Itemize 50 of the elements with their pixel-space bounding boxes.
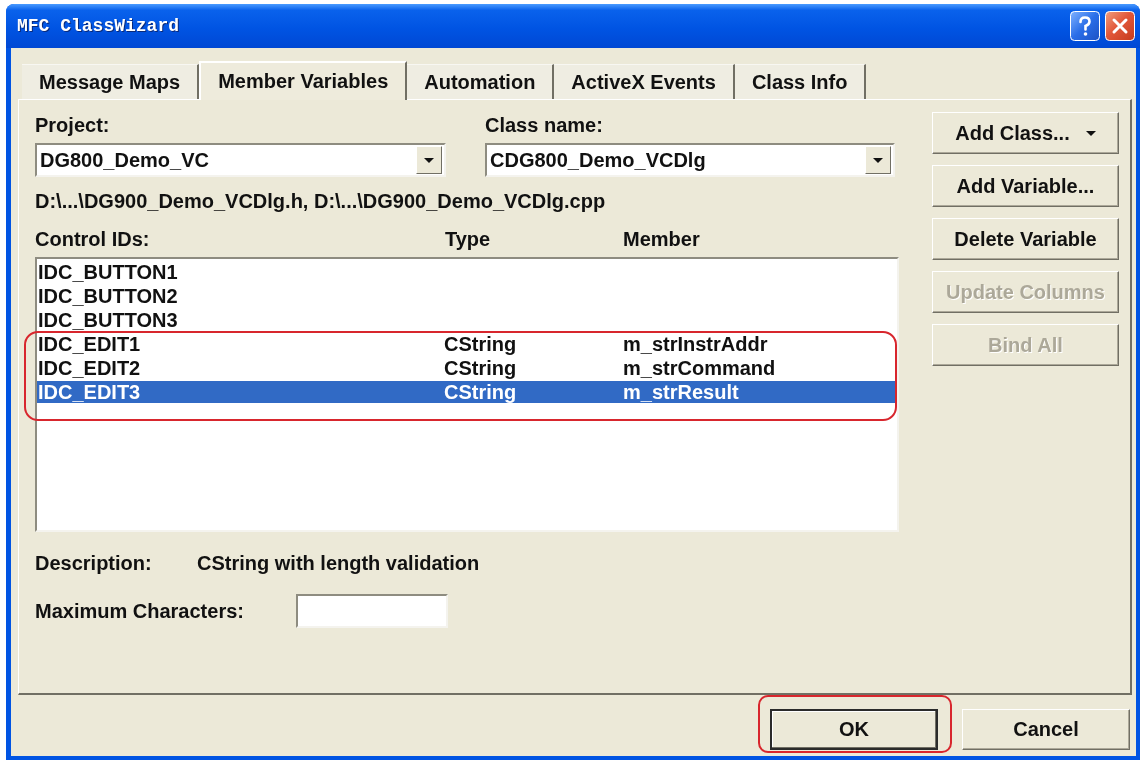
control-ids-header: Control IDs: (35, 228, 150, 250)
file-paths-text: D:\...\DG900_Demo_VCDlg.h, D:\...\DG900_Demo_VCDlg.cpp (35, 190, 606, 212)
tab[interactable]: Class Info (734, 64, 867, 99)
member-text: m_strCommand (623, 357, 776, 379)
member-text: m_strResult (623, 381, 739, 403)
type-text: CString (444, 357, 517, 379)
caret-icon (1085, 130, 1096, 136)
ok-button[interactable]: OK (770, 709, 938, 750)
dropdown-button[interactable] (865, 146, 891, 174)
add-variable-button[interactable]: Add Variable... (932, 165, 1119, 207)
input-field[interactable] (296, 594, 448, 628)
delete-variable-button[interactable]: Delete Variable (932, 218, 1119, 260)
combo-value: CDG800_Demo_VCDlg (490, 148, 707, 172)
control-id-text: IDC_EDIT2 (38, 357, 141, 379)
project-label: Project: (35, 114, 110, 136)
class-name-label: Class name: (485, 114, 603, 136)
list-row[interactable]: IDC_EDIT2 CString m_strCommand (37, 357, 895, 379)
combo-value: DG800_Demo_VC (40, 148, 210, 172)
close-icon[interactable] (1105, 11, 1135, 41)
description-text: CString with length validation (197, 552, 480, 574)
control-id-text: IDC_BUTTON2 (38, 285, 178, 307)
list-row[interactable]: IDC_EDIT1 CString m_strInstrAddr (37, 333, 895, 355)
control-id-text: IDC_BUTTON3 (38, 309, 178, 331)
list-row[interactable]: IDC_BUTTON3 (37, 309, 897, 331)
maximum-characters-label: Maximum Characters: (35, 600, 244, 622)
type-header: Type (445, 228, 491, 250)
class-name-combo-box[interactable]: CDG800_Demo_VCDlg (485, 143, 895, 177)
caret-icon (873, 157, 883, 163)
add-class-button[interactable]: Add Class... (932, 112, 1119, 154)
list-row[interactable]: IDC_BUTTON2 (37, 285, 897, 307)
list-row[interactable]: IDC_BUTTON1 (37, 261, 897, 283)
list-row[interactable]: IDC_EDIT3 CString m_strResult (37, 381, 895, 403)
control-id-text: IDC_EDIT3 (38, 381, 141, 403)
help-icon[interactable] (1070, 11, 1100, 41)
control-id-text: IDC_EDIT1 (38, 333, 141, 355)
tab[interactable]: Automation (407, 64, 555, 99)
type-text: CString (444, 333, 517, 355)
cancel-button[interactable]: Cancel (962, 709, 1130, 750)
project-combo-box[interactable]: DG800_Demo_VC (35, 143, 446, 177)
member-text: m_strInstrAddr (623, 333, 768, 355)
tab[interactable]: Member Variables (199, 61, 408, 100)
control-id-text: IDC_BUTTON1 (38, 261, 178, 283)
member-header: Member (623, 228, 700, 250)
tab[interactable]: ActiveX Events (554, 64, 735, 99)
description-label: Description: (35, 552, 152, 574)
window-title: MFC ClassWizard (17, 16, 180, 36)
type-text: CString (444, 381, 517, 403)
tab[interactable]: Message Maps (22, 64, 200, 99)
dropdown-button[interactable] (416, 146, 442, 174)
caret-icon (424, 157, 434, 163)
